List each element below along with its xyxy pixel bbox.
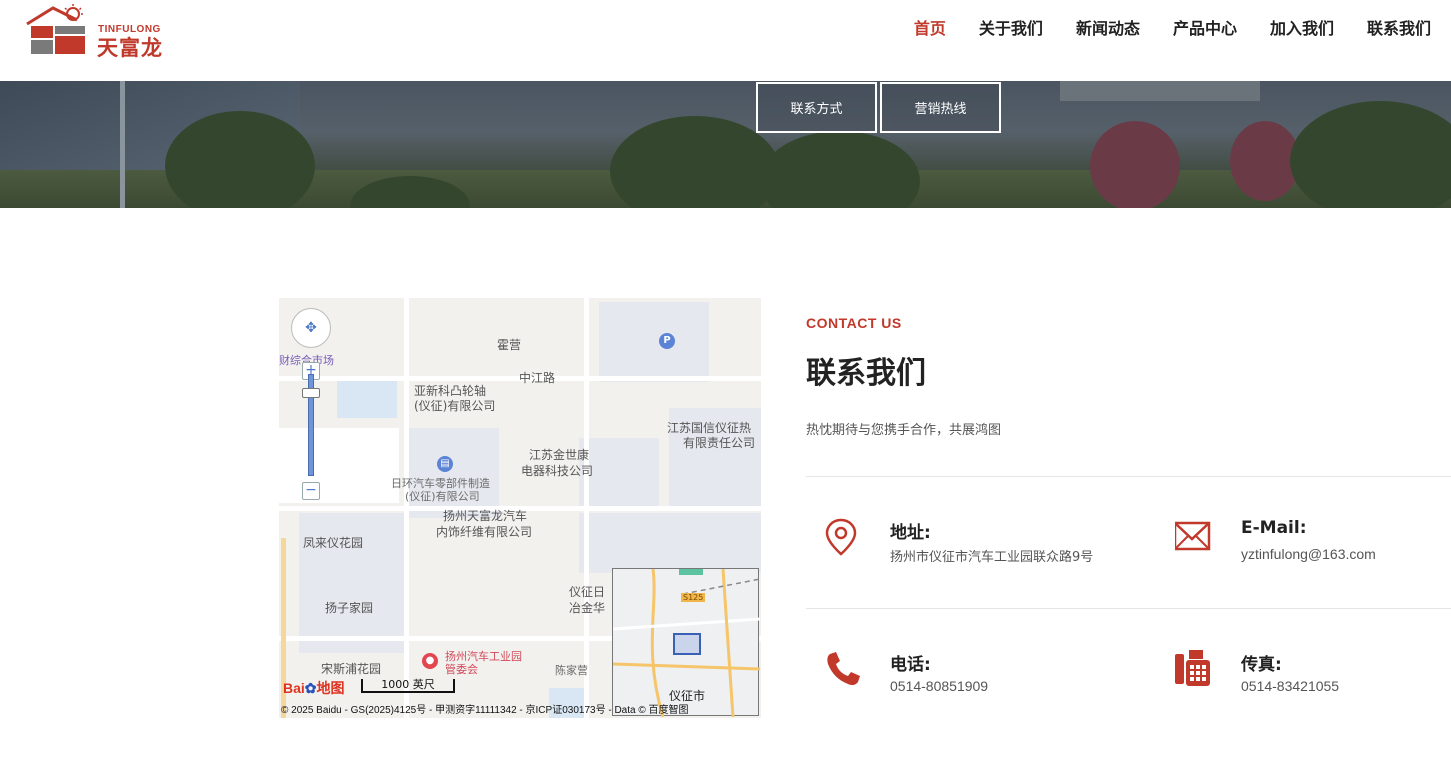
nav-join[interactable]: 加入我们: [1253, 18, 1350, 40]
site-header: TINFULONG 天富龙 首页 关于我们 新闻动态 产品中心 加入我们 联系我…: [0, 0, 1451, 81]
map-label: 冶金华: [569, 601, 606, 615]
map-block: [579, 513, 761, 573]
map-label: 仪征日: [569, 585, 606, 599]
location-pin-icon[interactable]: ●: [422, 653, 438, 669]
nav-contact[interactable]: 联系我们: [1350, 18, 1431, 40]
minimap-viewport[interactable]: [673, 633, 701, 655]
map-zoom-control: ✥ + −: [291, 308, 331, 500]
location-pin-icon: [825, 518, 857, 556]
nav-home[interactable]: 首页: [897, 18, 962, 40]
map-road: [584, 298, 589, 718]
logo-text-cn: 天富龙: [97, 36, 163, 60]
address-label: 地址:: [890, 523, 931, 543]
building-icon[interactable]: ▤: [437, 456, 453, 472]
contact-email: E-Mail: yztinfulong@163.com: [1175, 518, 1445, 578]
map-label: (仪征)有限公司: [414, 399, 496, 413]
map-scale-bar: 1000 英尺: [361, 679, 455, 693]
map-label: 有限责任公司: [683, 436, 756, 450]
divider: [806, 608, 1451, 609]
phone-icon: [827, 652, 860, 686]
logo[interactable]: TINFULONG 天富龙: [25, 2, 175, 60]
hero-tree: [610, 116, 780, 208]
map-label: 霍营: [497, 338, 522, 352]
map-label: 陈家营: [555, 664, 588, 677]
email-label: E-Mail:: [1241, 518, 1307, 538]
fax-icon: [1175, 650, 1210, 686]
map-label-company: 内饰纤维有限公司: [436, 525, 533, 539]
contact-title: 联系我们: [806, 356, 926, 391]
contact-address: 地址: 扬州市仪征市汽车工业园联众路9号: [824, 518, 1144, 578]
map-label: 江苏金世康: [529, 448, 590, 462]
logo-house-icon: [26, 4, 85, 54]
hero-tree: [760, 131, 920, 208]
contact-phone: 电话: 0514-80851909: [824, 650, 1144, 710]
map-label: 宋斯浦花园: [321, 662, 382, 676]
hero-wall: [1060, 81, 1260, 101]
parking-icon[interactable]: P: [659, 333, 675, 349]
zoom-slider-handle[interactable]: [302, 388, 320, 398]
map-label: (仪征)有限公司: [405, 490, 480, 503]
map-label: 中江路: [519, 371, 556, 385]
map-road: [404, 298, 409, 718]
address-value: 扬州市仪征市汽车工业园联众路9号: [890, 550, 1094, 565]
map-block: [409, 428, 499, 518]
nav-news[interactable]: 新闻动态: [1059, 18, 1156, 40]
map-label: 管委会: [445, 663, 478, 676]
overview-minimap[interactable]: S125 仪征市: [612, 568, 761, 718]
phone-label: 电话:: [890, 655, 931, 675]
map-water: [337, 378, 397, 418]
fax-label: 传真:: [1241, 655, 1282, 675]
map-block: [599, 302, 709, 382]
nav-products[interactable]: 产品中心: [1156, 18, 1253, 40]
nav-about[interactable]: 关于我们: [962, 18, 1059, 40]
map-block: [299, 513, 409, 653]
contact-fax: 传真: 0514-83421055: [1175, 650, 1445, 710]
map-label: 扬子家园: [325, 601, 374, 615]
map-copyright: © 2025 Baidu - GS(2025)4125号 - 甲测资字11111…: [281, 705, 689, 716]
minimap-road-badge: S125: [681, 593, 706, 602]
zoom-out-button[interactable]: −: [302, 482, 320, 500]
fax-value: 0514-83421055: [1241, 678, 1340, 694]
map-label: 电器科技公司: [521, 464, 594, 478]
pan-control-icon[interactable]: ✥: [291, 308, 331, 348]
baidu-map[interactable]: 霍营 中江路 亚新科凸轮轴 (仪征)有限公司 江苏国信仪征热 有限责任公司 江苏…: [279, 298, 761, 718]
map-label: 亚新科凸轮轴: [414, 384, 487, 398]
main-nav: 首页 关于我们 新闻动态 产品中心 加入我们 联系我们: [897, 18, 1431, 40]
tab-contact-method[interactable]: 联系方式: [756, 82, 877, 133]
contact-description: 热忱期待与您携手合作，共展鸿图: [806, 423, 1002, 438]
envelope-icon: [1175, 521, 1211, 551]
phone-link[interactable]: 0514-80851909: [890, 678, 988, 694]
divider: [806, 476, 1451, 477]
map-label: 凤来仪花园: [303, 536, 364, 550]
hero-tree: [1290, 101, 1451, 208]
map-label-company: 扬州天富龙汽车: [443, 509, 528, 523]
map-label: 江苏国信仪征热: [667, 421, 752, 435]
hero-pole: [120, 81, 125, 208]
baidu-map-logo[interactable]: Bai✿地图: [283, 678, 345, 698]
contact-eyebrow: CONTACT US: [806, 315, 902, 331]
email-link[interactable]: yztinfulong@163.com: [1241, 546, 1376, 562]
hero-banner: 联系方式 营销热线: [0, 81, 1451, 208]
tab-sales-hotline[interactable]: 营销热线: [880, 82, 1001, 133]
hero-tree: [1090, 121, 1180, 208]
